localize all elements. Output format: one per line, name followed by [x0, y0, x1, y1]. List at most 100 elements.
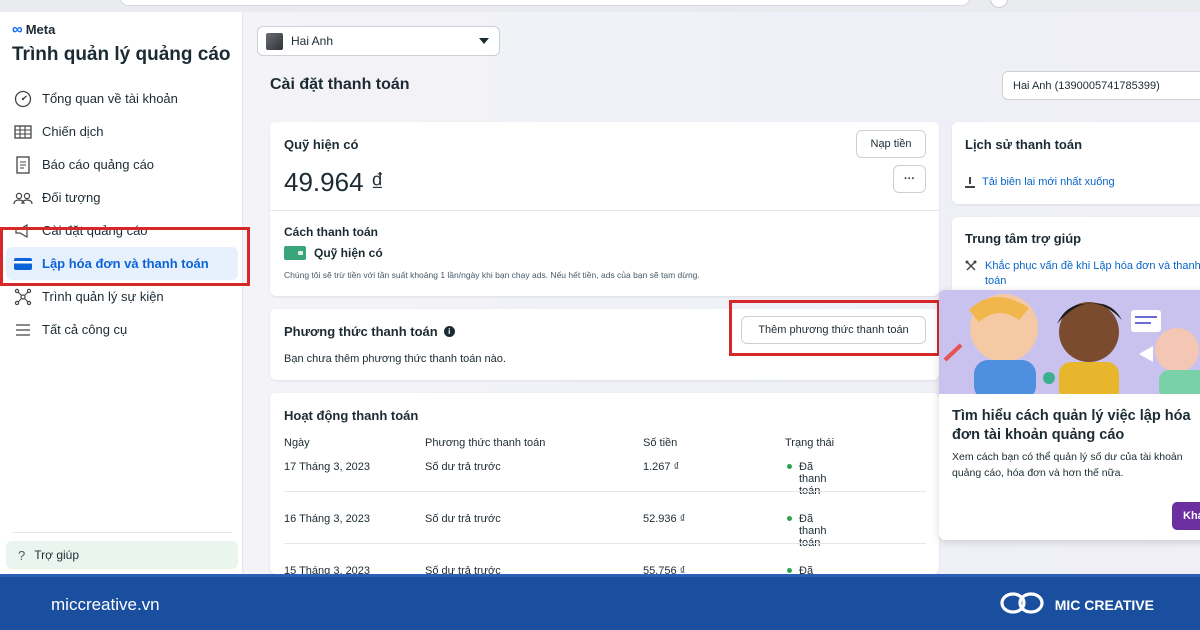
sidebar-item-campaigns[interactable]: Chiến dịch — [6, 115, 238, 148]
available-funds-amount: 49.964 ₫ — [284, 167, 385, 197]
payment-activity-card: Hoạt động thanh toán Ngày Phương thức th… — [270, 393, 939, 574]
download-icon — [965, 176, 975, 188]
meta-logo[interactable]: ∞ Meta — [12, 21, 55, 38]
highlight-box — [729, 300, 940, 356]
network-icon — [13, 288, 33, 306]
account-name: Hai Anh — [291, 34, 334, 48]
payment-method-row: Quỹ hiện có — [284, 246, 383, 260]
column-header-method[interactable]: Phương thức thanh toán — [425, 437, 545, 449]
column-header-status[interactable]: Trạng thái — [785, 437, 834, 449]
sidebar-item-ad-reports[interactable]: Báo cáo quảng cáo — [6, 148, 238, 181]
app-title: Trình quản lý quảng cáo — [12, 44, 231, 65]
footer-brand-label: MIC CREATIVE — [1054, 596, 1154, 613]
row-method: Số dư trả trước — [425, 513, 501, 525]
meta-infinity-icon: ∞ — [12, 21, 23, 38]
no-payment-methods-text: Bạn chưa thêm phương thức thanh toán nào… — [284, 353, 506, 365]
sidebar-nav: Tổng quan về tài khoản Chiến dịch Báo cá… — [6, 82, 238, 346]
sidebar: ∞ Meta Trình quản lý quảng cáo Tổng quan… — [0, 12, 243, 574]
payment-history-title: Lịch sử thanh toán — [965, 137, 1083, 152]
address-bar[interactable] — [120, 0, 970, 6]
info-icon[interactable]: i — [443, 326, 455, 337]
row-divider — [284, 491, 926, 492]
caret-down-icon — [479, 38, 489, 44]
promo-illustration — [939, 290, 1200, 394]
row-method: Số dư trả trước — [425, 565, 501, 574]
sidebar-item-label: Đối tượng — [42, 190, 101, 205]
row-method: Số dư trả trước — [425, 461, 501, 473]
row-divider — [284, 543, 926, 544]
divider — [270, 210, 939, 211]
payment-method-heading: Cách thanh toán — [284, 225, 379, 239]
wallet-icon — [284, 246, 306, 260]
payment-methods-title-row: Phương thức thanh toán i — [284, 324, 455, 339]
row-status: Đã thanh toán — [785, 461, 827, 497]
footer-brand: MIC CREATIVE — [999, 590, 1154, 619]
row-amount: 55.756 ₫ — [643, 565, 686, 574]
status-dot-icon — [787, 464, 792, 470]
row-amount: 52.936 ₫ — [643, 513, 686, 525]
help-center-card: Trung tâm trợ giúp Khắc phục vấn đề khi … — [952, 217, 1200, 297]
sidebar-item-label: Báo cáo quảng cáo — [42, 157, 155, 172]
row-date: 15 Tháng 3, 2023 — [284, 565, 371, 574]
tools-icon — [965, 259, 977, 290]
sidebar-item-label: Trình quản lý sự kiện — [42, 289, 164, 304]
payment-method-name: Quỹ hiện có — [314, 246, 383, 260]
sidebar-item-label: Tổng quan về tài khoản — [42, 91, 178, 106]
people-icon — [13, 189, 33, 207]
troubleshoot-label: Khắc phục vấn đề khi Lập hóa đơn và than… — [985, 260, 1200, 288]
browser-top-strip — [0, 0, 1200, 12]
question-icon: ? — [18, 547, 26, 563]
column-header-amount[interactable]: Số tiền — [643, 437, 677, 449]
available-funds-title: Quỹ hiện có — [284, 137, 359, 152]
account-id-selector[interactable]: Hai Anh (1390005741785399) — [1002, 71, 1200, 100]
sidebar-item-label: Chiến dịch — [42, 124, 104, 139]
payment-activity-title: Hoạt động thanh toán — [284, 408, 419, 423]
sidebar-item-account-overview[interactable]: Tổng quan về tài khoản — [6, 82, 238, 115]
sidebar-item-label: Tất cả công cụ — [42, 322, 128, 337]
download-receipt-link[interactable]: Tải biên lai mới nhất xuống — [965, 176, 1115, 188]
row-amount: 1.267 ₫ — [643, 461, 680, 473]
meta-label: Meta — [25, 22, 56, 37]
available-funds-card: Quỹ hiện có 49.964 ₫ Nạp tiền ··· Cách t… — [270, 122, 939, 296]
billing-note: Chúng tôi sẽ trừ tiền với tần suất khoản… — [284, 270, 700, 280]
status-dot-icon — [787, 516, 792, 522]
payment-methods-title: Phương thức thanh toán — [284, 324, 438, 339]
sidebar-divider — [12, 532, 232, 533]
sidebar-item-all-tools[interactable]: Tất cả công cụ — [6, 313, 238, 346]
status-dot-icon — [787, 568, 792, 574]
mic-creative-logo-icon — [999, 590, 1045, 619]
footer-banner: miccreative.vn MIC CREATIVE — [0, 574, 1200, 630]
row-date: 16 Tháng 3, 2023 — [284, 513, 371, 525]
more-options-button[interactable]: ··· — [893, 165, 926, 193]
sidebar-item-audiences[interactable]: Đối tượng — [6, 181, 238, 214]
table-row[interactable]: 16 Tháng 3, 2023 Số dư trả trước 52.936 … — [284, 513, 926, 549]
payment-history-card: Lịch sử thanh toán Tải biên lai mới nhất… — [952, 122, 1200, 204]
table-row[interactable]: 17 Tháng 3, 2023 Số dư trả trước 1.267 ₫… — [284, 461, 926, 497]
row-status-label: Đã thanh toán — [799, 565, 814, 574]
row-status: Đã thanh toán — [785, 513, 827, 549]
promo-title: Tìm hiểu cách quản lý việc lập hóa đơn t… — [952, 408, 1191, 443]
troubleshoot-link[interactable]: Khắc phục vấn đề khi Lập hóa đơn và than… — [965, 259, 1200, 290]
gauge-icon — [13, 90, 33, 108]
footer-url[interactable]: miccreative.vn — [51, 595, 160, 615]
table-icon — [13, 123, 33, 141]
highlight-box — [0, 227, 250, 286]
page-title: Cài đặt thanh toán — [270, 76, 410, 93]
add-funds-button[interactable]: Nạp tiền — [856, 130, 926, 158]
promo-explore-button[interactable]: Khám — [1172, 502, 1200, 530]
menu-icon — [13, 321, 33, 339]
row-status: Đã thanh toán — [785, 565, 813, 574]
help-center-title: Trung tâm trợ giúp — [965, 231, 1082, 246]
learn-billing-promo-card: Tìm hiểu cách quản lý việc lập hóa đơn t… — [939, 290, 1200, 540]
promo-text: Xem cách bạn có thể quản lý số dư của tà… — [952, 451, 1183, 479]
account-selector[interactable]: Hai Anh — [257, 26, 500, 56]
browser-button[interactable] — [990, 0, 1008, 8]
download-receipt-label: Tải biên lai mới nhất xuống — [982, 176, 1115, 188]
table-header: Ngày Phương thức thanh toán Số tiền Trạn… — [284, 437, 926, 457]
table-row[interactable]: 15 Tháng 3, 2023 Số dư trả trước 55.756 … — [284, 565, 926, 574]
sidebar-item-help[interactable]: ? Trợ giúp — [6, 541, 238, 569]
avatar — [266, 32, 283, 50]
report-icon — [13, 155, 33, 174]
column-header-date[interactable]: Ngày — [284, 437, 310, 449]
row-date: 17 Tháng 3, 2023 — [284, 461, 371, 473]
